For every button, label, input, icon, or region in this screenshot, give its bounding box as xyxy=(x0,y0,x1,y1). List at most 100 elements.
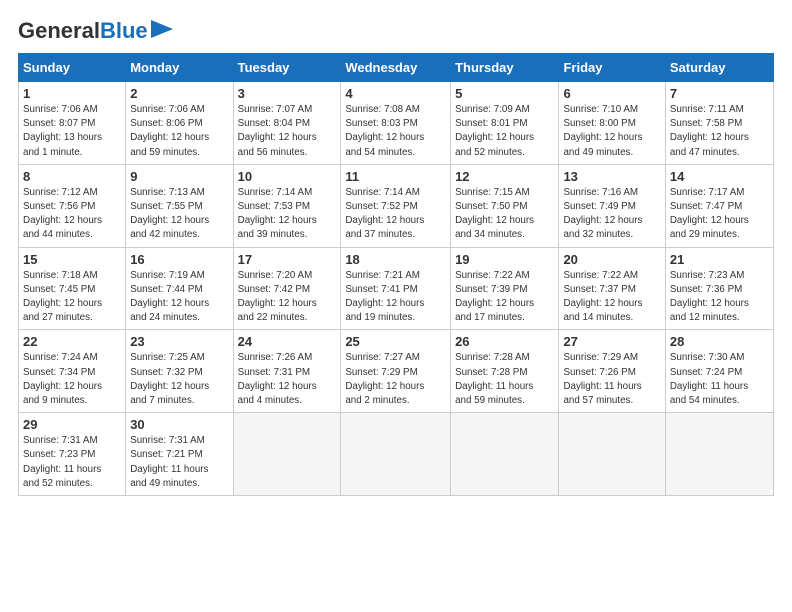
day-info: Sunrise: 7:06 AM Sunset: 8:06 PM Dayligh… xyxy=(130,103,228,160)
calendar-day-cell xyxy=(233,413,341,496)
day-number: 26 xyxy=(455,334,554,349)
weekday-header-tuesday: Tuesday xyxy=(233,54,341,82)
calendar-week-row: 1 Sunrise: 7:06 AM Sunset: 8:07 PM Daylig… xyxy=(19,82,774,165)
day-info: Sunrise: 7:16 AM Sunset: 7:49 PM Dayligh… xyxy=(563,186,660,243)
day-number: 22 xyxy=(23,334,121,349)
calendar-day-cell xyxy=(341,413,451,496)
day-number: 25 xyxy=(345,334,446,349)
day-number: 20 xyxy=(563,252,660,267)
day-number: 28 xyxy=(670,334,769,349)
day-info: Sunrise: 7:22 AM Sunset: 7:39 PM Dayligh… xyxy=(455,269,554,326)
calendar-day-cell: 8 Sunrise: 7:12 AM Sunset: 7:56 PM Daylig… xyxy=(19,164,126,247)
day-number: 11 xyxy=(345,169,446,184)
day-number: 23 xyxy=(130,334,228,349)
calendar-day-cell: 29Sunrise: 7:31 AM Sunset: 7:23 PM Dayli… xyxy=(19,413,126,496)
day-info: Sunrise: 7:11 AM Sunset: 7:58 PM Dayligh… xyxy=(670,103,769,160)
weekday-header-saturday: Saturday xyxy=(665,54,773,82)
calendar-week-row: 15Sunrise: 7:18 AM Sunset: 7:45 PM Dayli… xyxy=(19,247,774,330)
day-info: Sunrise: 7:12 AM Sunset: 7:56 PM Dayligh… xyxy=(23,186,121,243)
day-number: 8 xyxy=(23,169,121,184)
calendar-day-cell: 30 Sunrise: 7:31 AM Sunset: 7:21 PM Dayli… xyxy=(126,413,233,496)
day-number: 19 xyxy=(455,252,554,267)
calendar-week-row: 29Sunrise: 7:31 AM Sunset: 7:23 PM Dayli… xyxy=(19,413,774,496)
day-number: 6 xyxy=(563,86,660,101)
calendar-day-cell: 11 Sunrise: 7:14 AM Sunset: 7:52 PM Dayli… xyxy=(341,164,451,247)
calendar-day-cell: 13 Sunrise: 7:16 AM Sunset: 7:49 PM Dayli… xyxy=(559,164,665,247)
weekday-header-row: SundayMondayTuesdayWednesdayThursdayFrid… xyxy=(19,54,774,82)
day-info: Sunrise: 7:08 AM Sunset: 8:03 PM Dayligh… xyxy=(345,103,446,160)
calendar-day-cell: 7 Sunrise: 7:11 AM Sunset: 7:58 PM Daylig… xyxy=(665,82,773,165)
weekday-header-sunday: Sunday xyxy=(19,54,126,82)
day-info: Sunrise: 7:30 AM Sunset: 7:24 PM Dayligh… xyxy=(670,351,769,408)
calendar-day-cell: 5 Sunrise: 7:09 AM Sunset: 8:01 PM Daylig… xyxy=(451,82,559,165)
day-info: Sunrise: 7:10 AM Sunset: 8:00 PM Dayligh… xyxy=(563,103,660,160)
day-info: Sunrise: 7:18 AM Sunset: 7:45 PM Dayligh… xyxy=(23,269,121,326)
weekday-header-friday: Friday xyxy=(559,54,665,82)
calendar-day-cell: 27 Sunrise: 7:29 AM Sunset: 7:26 PM Dayli… xyxy=(559,330,665,413)
day-info: Sunrise: 7:20 AM Sunset: 7:42 PM Dayligh… xyxy=(238,269,337,326)
day-info: Sunrise: 7:24 AM Sunset: 7:34 PM Dayligh… xyxy=(23,351,121,408)
logo-text: GeneralBlue xyxy=(18,20,148,42)
day-info: Sunrise: 7:29 AM Sunset: 7:26 PM Dayligh… xyxy=(563,351,660,408)
logo: GeneralBlue xyxy=(18,18,173,43)
day-info: Sunrise: 7:17 AM Sunset: 7:47 PM Dayligh… xyxy=(670,186,769,243)
day-info: Sunrise: 7:28 AM Sunset: 7:28 PM Dayligh… xyxy=(455,351,554,408)
calendar-day-cell: 18 Sunrise: 7:21 AM Sunset: 7:41 PM Dayli… xyxy=(341,247,451,330)
calendar-day-cell: 20 Sunrise: 7:22 AM Sunset: 7:37 PM Dayli… xyxy=(559,247,665,330)
day-info: Sunrise: 7:22 AM Sunset: 7:37 PM Dayligh… xyxy=(563,269,660,326)
day-number: 3 xyxy=(238,86,337,101)
weekday-header-thursday: Thursday xyxy=(451,54,559,82)
day-number: 14 xyxy=(670,169,769,184)
day-info: Sunrise: 7:23 AM Sunset: 7:36 PM Dayligh… xyxy=(670,269,769,326)
calendar-day-cell: 9Sunrise: 7:13 AM Sunset: 7:55 PM Daylig… xyxy=(126,164,233,247)
day-info: Sunrise: 7:07 AM Sunset: 8:04 PM Dayligh… xyxy=(238,103,337,160)
day-info: Sunrise: 7:21 AM Sunset: 7:41 PM Dayligh… xyxy=(345,269,446,326)
day-number: 21 xyxy=(670,252,769,267)
calendar-day-cell: 24Sunrise: 7:26 AM Sunset: 7:31 PM Dayli… xyxy=(233,330,341,413)
day-info: Sunrise: 7:19 AM Sunset: 7:44 PM Dayligh… xyxy=(130,269,228,326)
day-info: Sunrise: 7:06 AM Sunset: 8:07 PM Dayligh… xyxy=(23,103,121,160)
day-info: Sunrise: 7:25 AM Sunset: 7:32 PM Dayligh… xyxy=(130,351,228,408)
calendar-day-cell: 6 Sunrise: 7:10 AM Sunset: 8:00 PM Daylig… xyxy=(559,82,665,165)
day-number: 24 xyxy=(238,334,337,349)
day-info: Sunrise: 7:31 AM Sunset: 7:21 PM Dayligh… xyxy=(130,434,228,491)
day-number: 16 xyxy=(130,252,228,267)
day-number: 27 xyxy=(563,334,660,349)
calendar-day-cell: 12 Sunrise: 7:15 AM Sunset: 7:50 PM Dayli… xyxy=(451,164,559,247)
day-number: 10 xyxy=(238,169,337,184)
calendar-day-cell: 21 Sunrise: 7:23 AM Sunset: 7:36 PM Dayli… xyxy=(665,247,773,330)
calendar-table: SundayMondayTuesdayWednesdayThursdayFrid… xyxy=(18,53,774,496)
day-number: 18 xyxy=(345,252,446,267)
calendar-day-cell xyxy=(451,413,559,496)
calendar-day-cell: 25 Sunrise: 7:27 AM Sunset: 7:29 PM Dayli… xyxy=(341,330,451,413)
calendar-day-cell: 14 Sunrise: 7:17 AM Sunset: 7:47 PM Dayli… xyxy=(665,164,773,247)
day-info: Sunrise: 7:14 AM Sunset: 7:53 PM Dayligh… xyxy=(238,186,337,243)
day-info: Sunrise: 7:15 AM Sunset: 7:50 PM Dayligh… xyxy=(455,186,554,243)
day-number: 13 xyxy=(563,169,660,184)
day-info: Sunrise: 7:09 AM Sunset: 8:01 PM Dayligh… xyxy=(455,103,554,160)
day-number: 17 xyxy=(238,252,337,267)
calendar-day-cell: 10 Sunrise: 7:14 AM Sunset: 7:53 PM Dayli… xyxy=(233,164,341,247)
calendar-day-cell: 3 Sunrise: 7:07 AM Sunset: 8:04 PM Daylig… xyxy=(233,82,341,165)
calendar-week-row: 8 Sunrise: 7:12 AM Sunset: 7:56 PM Daylig… xyxy=(19,164,774,247)
calendar-day-cell: 15Sunrise: 7:18 AM Sunset: 7:45 PM Dayli… xyxy=(19,247,126,330)
logo-arrow-icon xyxy=(151,20,173,38)
day-number: 1 xyxy=(23,86,121,101)
day-number: 12 xyxy=(455,169,554,184)
calendar-day-cell: 19 Sunrise: 7:22 AM Sunset: 7:39 PM Dayli… xyxy=(451,247,559,330)
calendar-day-cell xyxy=(559,413,665,496)
day-number: 7 xyxy=(670,86,769,101)
day-number: 5 xyxy=(455,86,554,101)
day-number: 9 xyxy=(130,169,228,184)
day-info: Sunrise: 7:14 AM Sunset: 7:52 PM Dayligh… xyxy=(345,186,446,243)
day-info: Sunrise: 7:31 AM Sunset: 7:23 PM Dayligh… xyxy=(23,434,121,491)
day-info: Sunrise: 7:27 AM Sunset: 7:29 PM Dayligh… xyxy=(345,351,446,408)
calendar-day-cell: 28 Sunrise: 7:30 AM Sunset: 7:24 PM Dayli… xyxy=(665,330,773,413)
calendar-day-cell: 26 Sunrise: 7:28 AM Sunset: 7:28 PM Dayli… xyxy=(451,330,559,413)
calendar-day-cell: 22 Sunrise: 7:24 AM Sunset: 7:34 PM Dayli… xyxy=(19,330,126,413)
calendar-day-cell: 23 Sunrise: 7:25 AM Sunset: 7:32 PM Dayli… xyxy=(126,330,233,413)
calendar-week-row: 22 Sunrise: 7:24 AM Sunset: 7:34 PM Dayli… xyxy=(19,330,774,413)
weekday-header-monday: Monday xyxy=(126,54,233,82)
day-number: 30 xyxy=(130,417,228,432)
page-container: GeneralBlue SundayMondayTuesdayWednesday… xyxy=(0,0,792,506)
